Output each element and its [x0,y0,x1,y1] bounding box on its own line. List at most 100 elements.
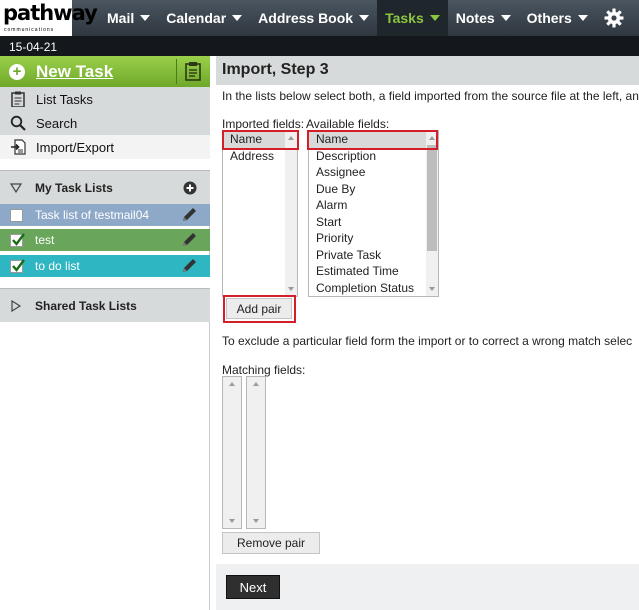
matching-fields-left-list[interactable] [222,376,242,529]
scrollbar[interactable] [426,131,438,296]
matching-fields-label: Matching fields: [222,363,306,377]
scrollbar[interactable] [247,377,265,528]
scroll-down-icon[interactable] [288,287,294,291]
task-list-item[interactable]: test [0,229,210,251]
sidebar-item-label: Import/Export [36,139,115,155]
edit-pencil-icon[interactable] [181,258,198,274]
list-item[interactable]: Due By [309,181,438,198]
footer-bar: Next [216,564,639,610]
scroll-down-icon[interactable] [229,519,235,523]
nav-notes[interactable]: Notes [448,0,519,36]
nav-calendar[interactable]: Calendar [158,0,250,36]
highlight-box [223,295,296,323]
chevron-down-icon [429,15,440,21]
edit-pencil-icon[interactable] [181,207,198,223]
exclude-instructions-text: To exclude a particular field form the i… [222,334,633,348]
nav-tasks-label: Tasks [385,10,424,26]
chevron-down-icon [359,15,370,21]
scroll-up-icon[interactable] [229,382,235,386]
nav-mail-label: Mail [107,10,135,26]
chevron-down-icon [500,15,511,21]
new-task-button[interactable]: + New Task [0,56,210,87]
scrollbar[interactable] [223,377,241,528]
matching-fields-right-list[interactable] [246,376,266,529]
chevron-down-icon [232,15,243,21]
task-list-item[interactable]: to do list [0,255,210,277]
plus-icon: + [9,63,25,80]
nav-calendar-label: Calendar [166,10,227,26]
next-button[interactable]: Next [226,575,280,599]
highlight-box [222,130,299,150]
collapsed-triangle-icon [11,299,22,312]
top-navigation-bar: pathway communications Mail Calendar Add… [0,0,639,36]
list-item[interactable]: Alarm [309,197,438,214]
page-title: Import, Step 3 [216,56,639,85]
list-item[interactable]: Completion Status [309,280,438,297]
task-list-label: to do list [35,259,80,273]
nav-tasks[interactable]: Tasks [377,0,448,36]
scroll-up-icon[interactable] [253,382,259,386]
task-list-checkbox[interactable] [10,208,23,222]
main-nav: Mail Calendar Address Book Tasks Notes O… [99,0,632,36]
my-task-lists-header[interactable]: My Task Lists [0,170,210,204]
nav-address-book[interactable]: Address Book [250,0,377,36]
current-date: 15-04-21 [9,40,58,54]
list-item[interactable]: Private Task [309,247,438,264]
imported-fields-list[interactable]: Name Address [222,130,298,297]
settings-button[interactable] [596,0,632,36]
logo-subtitle: communications [4,27,55,33]
main-content: Import, Step 3 In the lists below select… [216,56,639,610]
nav-notes-label: Notes [455,10,495,26]
shared-task-lists-header[interactable]: Shared Task Lists [0,288,210,322]
imported-fields-label: Imported fields: [222,117,305,131]
scroll-down-icon[interactable] [429,287,435,291]
pathway-logo[interactable]: pathway communications [0,0,98,36]
available-fields-list[interactable]: Name Description Assignee Due By Alarm S… [308,130,439,297]
scroll-down-icon[interactable] [253,519,259,523]
spacer [0,277,210,288]
list-item[interactable]: Assignee [309,164,438,181]
new-task-label: New Task [36,61,114,81]
list-item[interactable]: Priority [309,230,438,247]
highlight-box [307,130,438,150]
task-list-label: test [35,233,55,247]
spacer [0,159,210,170]
new-note-icon[interactable] [185,61,201,84]
remove-pair-label: Remove pair [236,536,306,550]
next-label: Next [239,579,267,595]
nav-others-label: Others [526,10,572,26]
sidebar-item-list-tasks[interactable]: List Tasks [0,87,210,111]
task-list-item[interactable]: Task list of testmail04 [0,204,210,226]
divider [176,59,177,84]
sidebar-item-search[interactable]: Search [0,111,210,135]
list-item[interactable]: Estimated Time [309,263,438,280]
nav-mail[interactable]: Mail [99,0,158,36]
task-list-label: Task list of testmail04 [35,208,150,222]
list-item[interactable]: Start [309,214,438,231]
chevron-down-icon [577,15,588,21]
sidebar: + New Task List Tasks Search Import/Expo… [0,56,210,610]
task-list-checkbox-checked[interactable] [10,258,25,273]
add-task-list-icon[interactable] [183,181,197,198]
sidebar-item-import-export[interactable]: Import/Export [0,135,210,159]
scrollbar-thumb[interactable] [427,145,437,251]
clipboard-icon [11,91,25,107]
search-icon [10,115,26,131]
my-task-lists-label: My Task Lists [35,180,113,195]
expanded-triangle-icon [10,182,22,193]
edit-pencil-icon[interactable] [181,232,198,248]
gear-icon [604,8,624,28]
nav-others[interactable]: Others [519,0,596,36]
sidebar-item-label: List Tasks [36,91,93,107]
chevron-down-icon [140,15,151,21]
date-bar: 15-04-21 [0,36,639,56]
instructions-text: In the lists below select both, a field … [222,89,639,103]
nav-address-book-label: Address Book [258,10,354,26]
available-fields-label: Available fields: [306,117,390,131]
task-list-checkbox-checked[interactable] [10,232,25,247]
remove-pair-button[interactable]: Remove pair [222,532,320,554]
logo-wordmark: pathway [3,1,98,25]
scrollbar[interactable] [285,131,297,296]
sidebar-item-label: Search [36,115,78,131]
shared-task-lists-label: Shared Task Lists [35,298,137,313]
